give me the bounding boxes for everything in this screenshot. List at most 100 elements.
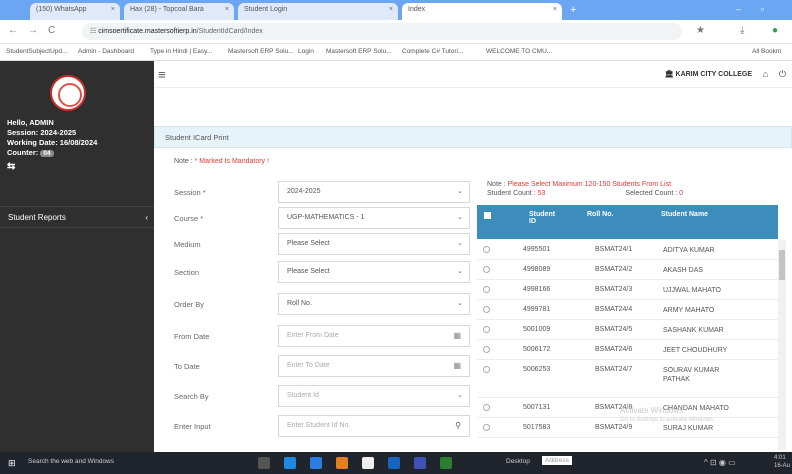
order-by-select[interactable]: Roll No. ⌄: [278, 293, 470, 315]
task-view-icon[interactable]: [258, 457, 270, 469]
close-icon[interactable]: ×: [553, 6, 557, 13]
column-student-id: Student ID: [529, 211, 556, 225]
cell-student-id: 4998166: [523, 286, 551, 293]
clock[interactable]: 4:01 16-Au: [774, 454, 790, 470]
taskbar-search[interactable]: Search the web and Windows: [28, 458, 114, 465]
sidebar-item-student-reports[interactable]: Student Reports ‹: [0, 206, 154, 228]
calendar-icon[interactable]: ▦: [453, 361, 461, 370]
chevron-down-icon: ⌄: [457, 268, 463, 275]
cell-student-name: SURAJ KUMAR: [663, 425, 714, 432]
new-tab-button[interactable]: +: [566, 3, 584, 20]
excel-icon[interactable]: [440, 457, 452, 469]
address-toolbar[interactable]: Address: [542, 456, 572, 465]
window-controls[interactable]: –▫: [736, 4, 784, 14]
table-row[interactable]: 4998166 BSMAT24/3 UJJWAL MAHATO: [477, 280, 778, 300]
bookmark-item[interactable]: Login: [298, 48, 314, 55]
toggle-icon[interactable]: ⇆: [7, 161, 15, 172]
from-date-placeholder: Enter From Date: [287, 332, 339, 339]
close-icon[interactable]: ×: [225, 6, 229, 13]
cell-student-id: 5001009: [523, 326, 551, 333]
session-info: Session: 2024-2025: [7, 128, 77, 137]
bookmark-item[interactable]: Mastersoft ERP Solu...: [326, 48, 392, 55]
column-roll-no: Roll No.: [587, 211, 614, 218]
firefox-icon[interactable]: [336, 457, 348, 469]
browser-tab-strip: (150) WhatsApp × Hax (28) - Topcoal Bara ×…: [0, 0, 792, 20]
url-bar[interactable]: ☷ cimsoertificate.mastersoftierp.in/Stud…: [82, 23, 682, 40]
row-radio[interactable]: [483, 346, 490, 353]
cell-student-name: SOURAV KUMAR PATHAK: [663, 367, 720, 383]
bookmark-item[interactable]: All Bookm: [752, 48, 781, 55]
tab-label: Index: [408, 6, 426, 13]
address-row: ← → C ☷ cimsoertificate.mastersoftierp.i…: [0, 20, 792, 44]
home-icon[interactable]: ⌂: [763, 69, 768, 79]
tab-whatsapp[interactable]: (150) WhatsApp ×: [30, 3, 120, 20]
student-id-input[interactable]: Enter Student Id No. ⚲: [278, 415, 470, 437]
table-row[interactable]: 5006253 BSMAT24/7 SOURAV KUMAR PATHAK: [477, 360, 778, 398]
from-date-input[interactable]: Enter From Date ▦: [278, 325, 470, 347]
select-all-checkbox[interactable]: [484, 212, 491, 219]
bookmark-item[interactable]: WELCOME TO CMU...: [486, 48, 552, 55]
power-icon[interactable]: ⏻: [779, 69, 786, 80]
edge-icon[interactable]: [310, 457, 322, 469]
hamburger-icon[interactable]: ≡: [158, 67, 166, 82]
to-date-input[interactable]: Enter To Date ▦: [278, 355, 470, 377]
scrollbar-thumb[interactable]: [779, 250, 785, 280]
forward-icon[interactable]: →: [28, 25, 38, 36]
app-icon[interactable]: [388, 457, 400, 469]
bookmark-item[interactable]: Admin - Dashboard: [78, 48, 134, 55]
row-radio[interactable]: [483, 286, 490, 293]
site-info-icon[interactable]: ☷: [90, 28, 98, 35]
cell-student-id: 5006253: [523, 366, 551, 373]
cell-roll-no: BSMAT24/7: [595, 366, 633, 373]
row-radio[interactable]: [483, 326, 490, 333]
bookmark-item[interactable]: Complete C# Tutori...: [402, 48, 463, 55]
table-scrollbar[interactable]: [778, 240, 786, 450]
close-icon[interactable]: ×: [389, 6, 393, 13]
cell-student-id: 4998089: [523, 266, 551, 273]
windows-start-icon[interactable]: ⊞: [8, 458, 16, 469]
bookmark-item[interactable]: Type in Hindi | Easy...: [150, 48, 212, 55]
store-icon[interactable]: [362, 457, 374, 469]
search-icon[interactable]: ⚲: [455, 421, 461, 430]
table-row[interactable]: 4998089 BSMAT24/2 AKASH DAS: [477, 260, 778, 280]
profile-icon[interactable]: ⤓: [740, 25, 744, 36]
chevron-down-icon: ⌄: [457, 214, 463, 221]
desktop-toolbar[interactable]: Desktop: [506, 458, 530, 465]
bookmark-star-icon[interactable]: ★: [696, 25, 705, 36]
medium-select[interactable]: Please Select ⌄: [278, 233, 470, 255]
table-row[interactable]: 4999781 BSMAT24/4 ARMY MAHATO: [477, 300, 778, 320]
mandatory-note: Note : * Marked Is Mandatory !: [174, 158, 269, 165]
counter-badge: 04: [40, 150, 54, 157]
tab-mail[interactable]: Hax (28) - Topcoal Bara ×: [124, 3, 234, 20]
selected-count: 0: [679, 190, 684, 197]
section-select[interactable]: Please Select ⌄: [278, 261, 470, 283]
close-icon[interactable]: ×: [111, 6, 115, 13]
row-radio[interactable]: [483, 266, 490, 273]
row-radio[interactable]: [483, 246, 490, 253]
menu-icon[interactable]: ●: [772, 25, 778, 36]
row-radio[interactable]: [483, 404, 490, 411]
table-row[interactable]: 4995501 BSMAT24/1 ADITYA KUMAR: [477, 240, 778, 260]
system-tray-icons[interactable]: ^ ⊡ ◉ ▭: [704, 458, 736, 467]
search-by-label: Search By: [174, 392, 209, 401]
tab-index[interactable]: Index ×: [402, 3, 562, 20]
search-by-select[interactable]: Student Id ⌄: [278, 385, 470, 407]
table-row[interactable]: 5006172 BSMAT24/6 JEET CHOUDHURY: [477, 340, 778, 360]
enter-input-label: Enter Input: [174, 422, 211, 431]
row-radio[interactable]: [483, 366, 490, 373]
bookmark-item[interactable]: StudentSubjectUpd...: [6, 48, 67, 55]
word-icon[interactable]: [414, 457, 426, 469]
course-select[interactable]: UGP-MATHEMATICS - 1 ⌄: [278, 207, 470, 229]
calendar-icon[interactable]: ▦: [453, 331, 461, 340]
row-radio[interactable]: [483, 306, 490, 313]
reload-icon[interactable]: C: [48, 25, 55, 36]
table-row[interactable]: 5001009 BSMAT24/5 SASHANK KUMAR: [477, 320, 778, 340]
back-icon[interactable]: ←: [8, 25, 18, 36]
session-select[interactable]: 2024-2025 ⌄: [278, 181, 470, 203]
row-radio[interactable]: [483, 424, 490, 431]
file-explorer-icon[interactable]: [284, 457, 296, 469]
bookmark-item[interactable]: Mastersoft ERP Solu...: [228, 48, 294, 55]
tab-student-login[interactable]: Student Login ×: [238, 3, 398, 20]
cell-student-id: 4995501: [523, 246, 551, 253]
url-path: /StudentIdCard/Index: [196, 28, 263, 35]
